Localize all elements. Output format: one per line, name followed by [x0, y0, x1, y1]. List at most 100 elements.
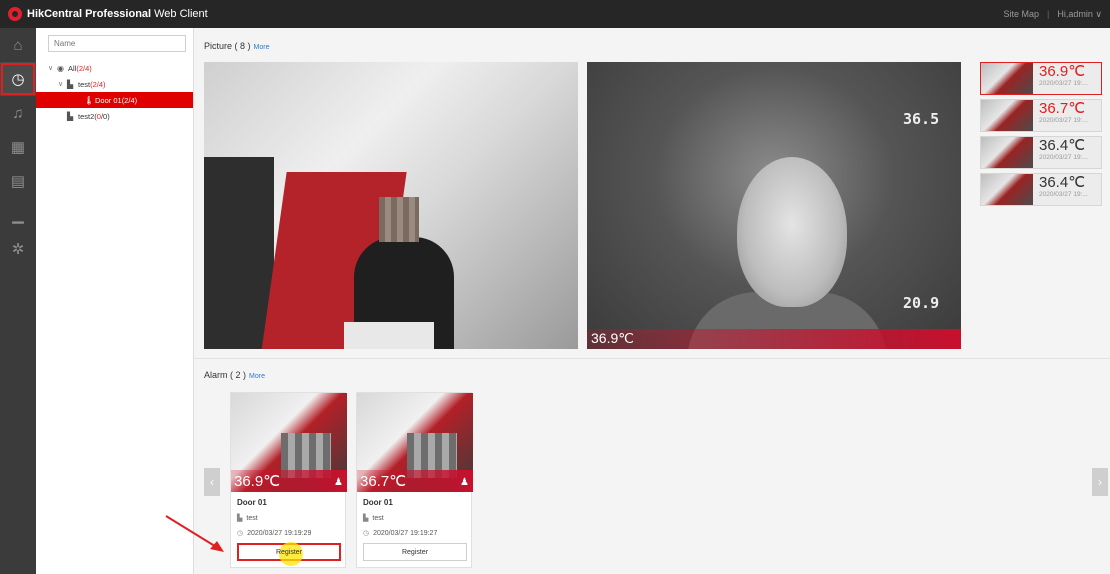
main-content: Picture ( 8 ) More 36.5 20.9 36.9℃ 36.9℃ … [194, 28, 1110, 574]
app-title-light: Web Client [154, 8, 208, 20]
left-nav-rail: ⌂ ◷ ♫ ▦ ▤ ▁ ✲ [0, 28, 36, 574]
top-right-menu: Site Map | Hi,admin ∨ [1004, 9, 1110, 20]
user-name: Hi,admin [1057, 8, 1093, 19]
thermal-temperature: 36.9℃ [591, 330, 634, 346]
door-tree-panel: ∨ ◉ All (2/4) ∨ ▙ test (2/4) 🌡 Door 01 (… [36, 28, 194, 574]
alarm-bell-icon[interactable]: ♫ [0, 96, 36, 130]
globe-icon: ◉ [57, 63, 64, 73]
site-map-link[interactable]: Site Map [1004, 9, 1040, 20]
chevron-left-icon: ‹ [210, 475, 214, 489]
register-label: Register [275, 548, 303, 556]
tree-node-label: test [78, 79, 91, 89]
thumb-image [981, 137, 1033, 168]
user-menu[interactable]: Hi,admin ∨ [1057, 9, 1102, 20]
picture-more-link[interactable]: More [254, 44, 270, 51]
thermal-face [737, 157, 847, 307]
alarm-section-title: Alarm ( 2 ) More [204, 370, 265, 380]
scroll-right-button[interactable]: › [1092, 468, 1108, 496]
alarm-image: 36.7℃ ♟ [357, 393, 473, 492]
chart-icon[interactable]: ▁ [0, 198, 36, 232]
alarm-temperature: 36.7℃ [360, 473, 407, 490]
person-alert-icon: ♟ [460, 477, 469, 488]
clock-icon: ◷ [363, 530, 370, 537]
thermal-temp-bar: 36.9℃ [587, 329, 961, 349]
app-brand: HikCentral Professional Web Client [0, 7, 208, 21]
alarm-time: 2020/03/27 19:19:27 [373, 529, 438, 537]
alarm-time: 2020/03/27 19:19:29 [247, 529, 312, 537]
alarm-time-row: ◷ 2020/03/27 19:19:27 [363, 529, 471, 538]
thumb-temperature: 36.7℃ [1039, 100, 1086, 117]
alarm-door-name: Door 01 [363, 498, 393, 507]
tree-search-input[interactable] [48, 35, 186, 52]
tree-node-label: Door 01 [95, 95, 122, 105]
group-icon: ▙ [363, 515, 369, 522]
thumb-time: 2020/03/27 19:... [1039, 80, 1088, 87]
thumb-temperature: 36.4℃ [1039, 174, 1086, 191]
photo-door [204, 157, 274, 349]
register-button[interactable]: Register [363, 543, 467, 561]
section-divider [194, 358, 1110, 359]
alarm-time-row: ◷ 2020/03/27 19:19:29 [237, 529, 345, 538]
alarm-door-name: Door 01 [237, 498, 267, 507]
picture-thumb[interactable]: 36.4℃ 2020/03/27 19:... [980, 173, 1102, 206]
picture-section-title: Picture ( 8 ) More [204, 41, 269, 51]
photo-pixelated-face [379, 197, 419, 242]
picture-title: Picture ( 8 ) [204, 41, 251, 51]
photo-desk [344, 322, 434, 349]
clock-icon: ◷ [237, 530, 244, 537]
alarm-temp-strip: 36.7℃ ♟ [357, 470, 473, 492]
register-button[interactable]: Register [237, 542, 341, 566]
group-icon: ▙ [67, 111, 74, 121]
thumb-temperature: 36.4℃ [1039, 137, 1086, 154]
home-icon[interactable]: ⌂ [0, 28, 36, 62]
thumb-image [981, 174, 1033, 205]
alarm-group-row: ▙ test [237, 514, 345, 523]
alarm-group: test [372, 514, 384, 522]
thumb-time: 2020/03/27 19:... [1039, 154, 1088, 161]
tree-node-all[interactable]: ∨ ◉ All (2/4) [36, 60, 193, 76]
picture-thumb[interactable]: 36.9℃ 2020/03/27 19:... [980, 62, 1102, 95]
picture-thumb[interactable]: 36.4℃ 2020/03/27 19:... [980, 136, 1102, 169]
alarm-card[interactable]: 36.7℃ ♟ Door 01 ▙ test ◷ 2020/03/27 19:19:… [356, 392, 473, 568]
thumb-image [981, 100, 1033, 131]
top-bar: HikCentral Professional Web Client Site … [0, 0, 1110, 28]
tree-node-label: test2 [78, 111, 95, 121]
thermometer-icon: 🌡 [84, 95, 95, 105]
thermal-photo: 36.5 20.9 36.9℃ [587, 62, 961, 349]
tree-node-count: (2/4) [90, 79, 106, 89]
thumb-time: 2020/03/27 19:... [1039, 117, 1088, 124]
tree-node-count-tail: /0) [100, 111, 110, 121]
tree-node-count: (2/4) [76, 63, 92, 73]
alarm-title: Alarm ( 2 ) [204, 370, 247, 380]
alarm-card[interactable]: 36.9℃ ♟ Door 01 ▙ test ◷ 2020/03/27 19:19:… [230, 392, 347, 568]
alarm-group: test [246, 514, 258, 522]
app-title-bold: HikCentral Professional [27, 8, 152, 20]
dashboard-icon[interactable]: ◷ [0, 62, 36, 96]
chevron-right-icon: › [1098, 475, 1102, 489]
alarm-group-row: ▙ test [363, 514, 471, 523]
alarm-temp-strip: 36.9℃ ♟ [231, 470, 347, 492]
tree-node-test2[interactable]: ▙ test2 (0/0) [36, 108, 193, 124]
calendar-icon[interactable]: ▦ [0, 130, 36, 164]
alarm-temperature: 36.9℃ [234, 473, 281, 490]
picture-thumbnail-list: 36.9℃ 2020/03/27 19:... 36.7℃ 2020/03/27… [980, 62, 1102, 210]
thermal-scale-top: 36.5 [903, 110, 940, 128]
visible-light-photo [204, 62, 578, 349]
alarm-more-link[interactable]: More [249, 373, 265, 380]
chevron-down-icon: ∨ [1095, 8, 1102, 19]
tree-node-test[interactable]: ∨ ▙ test (2/4) [36, 76, 193, 92]
report-icon[interactable]: ▤ [0, 164, 36, 198]
hikvision-logo-icon [8, 7, 22, 21]
tree-node-door-01[interactable]: 🌡 Door 01 (2/4) [36, 92, 193, 108]
scroll-left-button[interactable]: ‹ [204, 468, 220, 496]
thumb-time: 2020/03/27 19:... [1039, 191, 1088, 198]
annotation-arrow-icon [165, 515, 224, 552]
settings-icon[interactable]: ✲ [0, 232, 36, 266]
expand-icon[interactable]: ∨ [58, 80, 67, 88]
picture-thumb[interactable]: 36.7℃ 2020/03/27 19:... [980, 99, 1102, 132]
register-label: Register [401, 548, 429, 556]
group-icon: ▙ [67, 79, 74, 89]
tree-node-count: (2/4) [121, 95, 138, 105]
thumb-image [981, 63, 1033, 94]
expand-icon[interactable]: ∨ [48, 64, 57, 72]
